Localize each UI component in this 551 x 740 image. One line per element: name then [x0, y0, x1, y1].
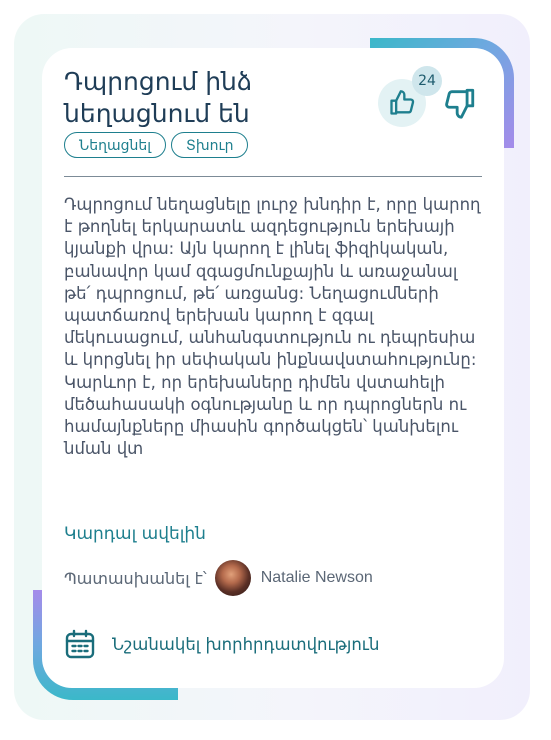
- title-divider: [64, 176, 482, 177]
- like-count-badge: 24: [412, 66, 442, 96]
- author-name[interactable]: Natalie Newson: [261, 569, 373, 587]
- tag-chip[interactable]: Նեղացնել: [64, 132, 167, 158]
- answered-by: Պատասխանել է՝ Natalie Newson: [64, 560, 373, 596]
- answer-text: Դպրոցում նեղացնելը լուրջ խնդիր է, որը կա…: [64, 195, 481, 459]
- read-more-link[interactable]: Կարդալ ավելին: [64, 524, 206, 544]
- thumbs-up-icon: [390, 90, 415, 115]
- thumbs-down-icon: [445, 88, 475, 119]
- tag-chip[interactable]: Տխուր: [171, 132, 249, 158]
- book-consultation-label: Նշանակել խորհրդատվություն: [112, 634, 380, 654]
- tag-list: Նեղացնել Տխուր: [64, 132, 249, 158]
- calendar-icon: [65, 629, 95, 659]
- book-consultation-button[interactable]: Նշանակել խորհրդատվություն: [64, 628, 379, 660]
- dislike-button[interactable]: [440, 84, 480, 124]
- card-title: Դպրոցում ինձ նեղացնում են: [64, 67, 253, 128]
- answered-by-label: Պատասխանել է՝: [64, 568, 207, 588]
- author-avatar[interactable]: [214, 560, 251, 596]
- question-card: Դպրոցում ինձ նեղացնում են Նեղացնել Տխուր…: [42, 48, 504, 688]
